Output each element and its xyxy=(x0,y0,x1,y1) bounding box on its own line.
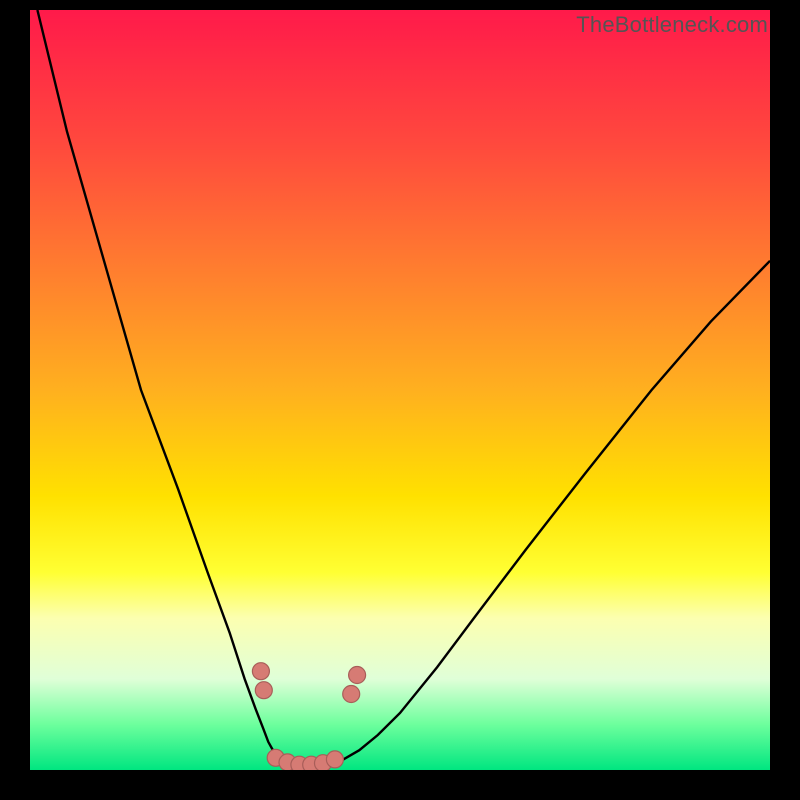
watermark-text: TheBottleneck.com xyxy=(576,12,768,38)
curve-right xyxy=(311,261,770,769)
marker-group xyxy=(252,663,365,770)
marker-point xyxy=(252,663,269,680)
marker-point xyxy=(326,751,343,768)
bottleneck-chart xyxy=(30,10,770,770)
marker-point xyxy=(343,686,360,703)
curve-left xyxy=(37,10,311,769)
marker-point xyxy=(349,667,366,684)
marker-point xyxy=(255,682,272,699)
